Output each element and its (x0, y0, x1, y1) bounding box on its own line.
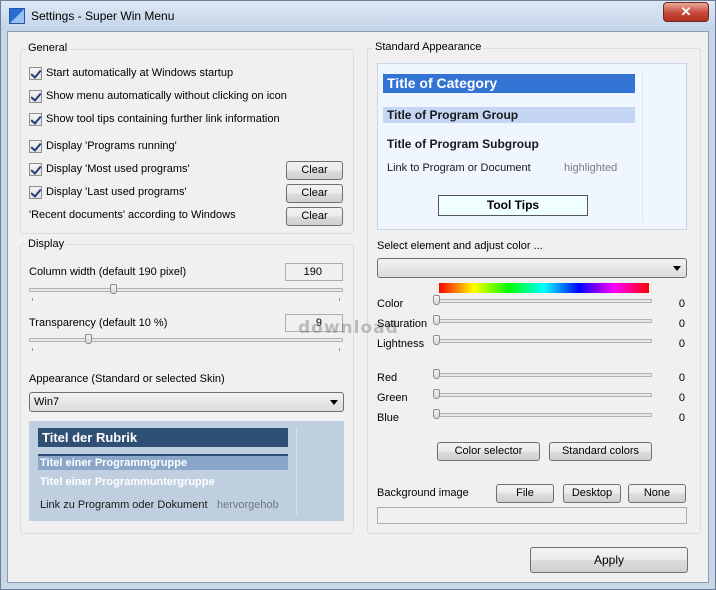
color-slider-label: Color (377, 298, 404, 310)
appearance-dropdown[interactable]: Win7 (29, 392, 344, 412)
green-value: 0 (678, 392, 685, 404)
display-group-label: Display (26, 238, 67, 250)
skin-preview-group: Titel einer Programmgruppe (38, 454, 288, 470)
option-show-tool-tips[interactable]: Show tool tips containing further link i… (29, 111, 280, 127)
preview-divider (296, 427, 297, 515)
element-color-dropdown[interactable] (377, 258, 687, 278)
apply-button[interactable]: Apply (530, 547, 688, 573)
color-slider-thumb[interactable] (433, 295, 440, 305)
saturation-slider-track[interactable] (434, 319, 652, 323)
preview-divider (642, 72, 643, 222)
tick (32, 298, 33, 301)
saturation-slider-label: Saturation (377, 318, 428, 330)
tick (339, 348, 340, 351)
standard-preview: Title of Category Title of Program Group… (377, 63, 687, 230)
standard-preview-group: Title of Program Group (383, 107, 635, 123)
skin-preview-subgroup: Titel einer Programmuntergruppe (40, 476, 215, 488)
saturation-value: 0 (678, 318, 685, 330)
option-show-menu-automatically[interactable]: Show menu automatically without clicking… (29, 88, 287, 104)
blue-value: 0 (678, 412, 685, 424)
title-bar[interactable]: Settings - Super Win Menu ✕ (1, 1, 715, 31)
skin-preview-category: Titel der Rubrik (38, 428, 288, 447)
column-width-slider-track[interactable] (29, 288, 343, 292)
clear-recent-documents-button[interactable]: Clear (286, 207, 343, 226)
appearance-label: Appearance (Standard or selected Skin) (29, 373, 225, 385)
standard-preview-subgroup: Title of Program Subgroup (387, 137, 539, 151)
option-display-most-used[interactable]: Display 'Most used programs' (29, 161, 190, 177)
column-width-value[interactable]: 190 (285, 263, 343, 281)
transparency-slider-thumb[interactable] (85, 334, 92, 344)
clear-last-used-button[interactable]: Clear (286, 184, 343, 203)
app-icon (9, 8, 25, 24)
color-value: 0 (678, 298, 685, 310)
red-slider-track[interactable] (434, 373, 652, 377)
column-width-label: Column width (default 190 pixel) (29, 266, 187, 278)
option-label: Display 'Programs running' (46, 140, 177, 152)
checkbox[interactable] (29, 162, 42, 176)
option-label: Start automatically at Windows startup (46, 67, 234, 79)
blue-slider-track[interactable] (434, 413, 652, 417)
clear-most-used-button[interactable]: Clear (286, 161, 343, 180)
red-slider-thumb[interactable] (433, 369, 440, 379)
chevron-down-icon (330, 400, 338, 405)
blue-slider-label: Blue (377, 412, 400, 424)
column-width-slider-thumb[interactable] (110, 284, 117, 294)
appearance-selected-value: Win7 (34, 396, 60, 408)
standard-preview-highlighted: highlighted (564, 162, 618, 174)
standard-preview-tooltip: Tool Tips (438, 195, 588, 216)
checkbox[interactable] (29, 89, 42, 103)
background-none-button[interactable]: None (628, 484, 686, 503)
green-slider-thumb[interactable] (433, 389, 440, 399)
green-slider-track[interactable] (434, 393, 652, 397)
tick (32, 348, 33, 351)
option-label: Display 'Most used programs' (46, 163, 190, 175)
background-image-label: Background image (377, 487, 469, 499)
chevron-down-icon (673, 266, 681, 271)
option-label: Display 'Last used programs' (46, 186, 187, 198)
background-desktop-button[interactable]: Desktop (563, 484, 621, 503)
lightness-slider-thumb[interactable] (433, 335, 440, 345)
client-area: General Start automatically at Windows s… (7, 31, 709, 583)
checkbox[interactable] (29, 66, 42, 80)
blue-slider-thumb[interactable] (433, 409, 440, 419)
skin-preview-link: Link zu Programm oder Dokument (40, 499, 208, 511)
transparency-label: Transparency (default 10 %) (29, 317, 168, 329)
transparency-slider-track[interactable] (29, 338, 343, 342)
select-element-label: Select element and adjust color ... (377, 240, 543, 252)
color-slider-track[interactable] (434, 299, 652, 303)
option-label: Show tool tips containing further link i… (46, 113, 280, 125)
checkbox[interactable] (29, 139, 42, 153)
hue-spectrum-bar (439, 283, 649, 293)
red-value: 0 (678, 372, 685, 384)
skin-preview-highlighted: hervorgehob (217, 499, 279, 511)
recent-documents-label: 'Recent documents' according to Windows (29, 209, 236, 221)
option-start-automatically[interactable]: Start automatically at Windows startup (29, 65, 233, 81)
checkbox[interactable] (29, 112, 42, 126)
standard-appearance-group-label: Standard Appearance (373, 41, 484, 53)
option-label: Show menu automatically without clicking… (46, 90, 287, 102)
standard-preview-link: Link to Program or Document (387, 162, 531, 174)
background-image-path-field[interactable] (377, 507, 687, 524)
saturation-slider-thumb[interactable] (433, 315, 440, 325)
standard-colors-button[interactable]: Standard colors (549, 442, 652, 461)
background-file-button[interactable]: File (496, 484, 554, 503)
window-title: Settings - Super Win Menu (31, 9, 175, 23)
checkbox[interactable] (29, 185, 42, 199)
lightness-value: 0 (678, 338, 685, 350)
lightness-slider-track[interactable] (434, 339, 652, 343)
skin-preview: Titel der Rubrik Titel einer Programmgru… (29, 421, 344, 521)
option-display-programs-running[interactable]: Display 'Programs running' (29, 138, 177, 154)
standard-preview-category: Title of Category (383, 74, 635, 93)
general-group-label: General (26, 42, 70, 54)
tick (339, 298, 340, 301)
green-slider-label: Green (377, 392, 408, 404)
column-width-slider-ticks (32, 298, 340, 301)
lightness-slider-label: Lightness (377, 338, 425, 350)
settings-window: Settings - Super Win Menu ✕ General Star… (0, 0, 716, 590)
red-slider-label: Red (377, 372, 398, 384)
transparency-slider-ticks (32, 348, 340, 351)
option-display-last-used[interactable]: Display 'Last used programs' (29, 184, 187, 200)
color-selector-button[interactable]: Color selector (437, 442, 540, 461)
close-button[interactable]: ✕ (663, 2, 709, 22)
